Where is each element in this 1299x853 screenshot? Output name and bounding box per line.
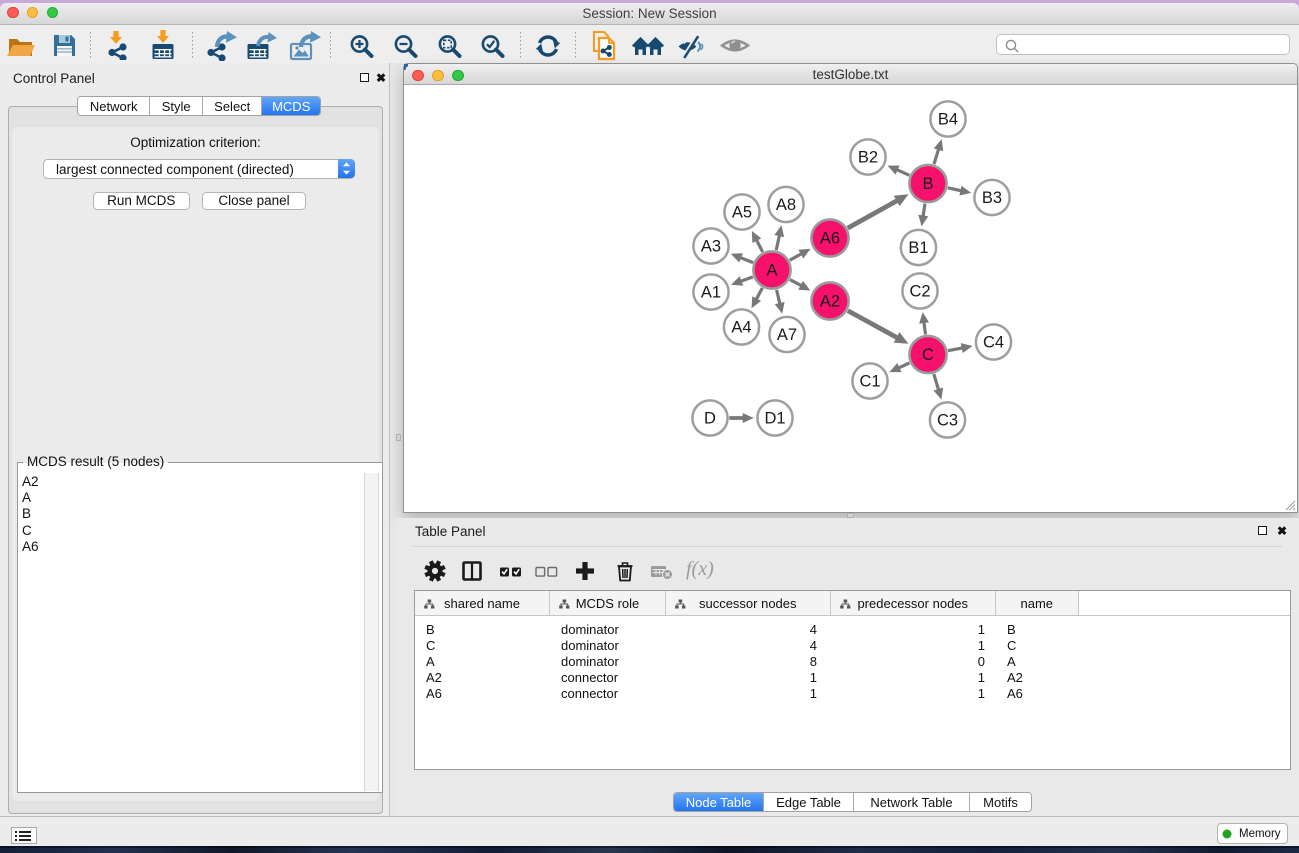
svg-text:C: C bbox=[922, 346, 934, 364]
svg-text:A1: A1 bbox=[701, 284, 721, 302]
svg-text:B2: B2 bbox=[858, 149, 878, 167]
svg-text:A7: A7 bbox=[777, 326, 797, 344]
svg-text:C4: C4 bbox=[983, 334, 1004, 352]
svg-text:B4: B4 bbox=[938, 111, 958, 129]
svg-text:A3: A3 bbox=[701, 238, 721, 256]
svg-text:D: D bbox=[704, 410, 716, 428]
svg-text:A8: A8 bbox=[776, 196, 796, 214]
svg-text:B3: B3 bbox=[982, 189, 1002, 207]
svg-text:A4: A4 bbox=[731, 319, 751, 337]
svg-text:B1: B1 bbox=[908, 239, 928, 257]
svg-text:D1: D1 bbox=[764, 410, 785, 428]
svg-text:B: B bbox=[922, 175, 933, 193]
svg-text:A2: A2 bbox=[820, 293, 840, 311]
svg-text:C2: C2 bbox=[909, 283, 930, 301]
svg-text:A5: A5 bbox=[732, 204, 752, 222]
svg-text:C3: C3 bbox=[937, 412, 958, 430]
svg-text:A: A bbox=[766, 262, 777, 280]
svg-text:A6: A6 bbox=[820, 230, 840, 248]
svg-text:C1: C1 bbox=[859, 373, 880, 391]
